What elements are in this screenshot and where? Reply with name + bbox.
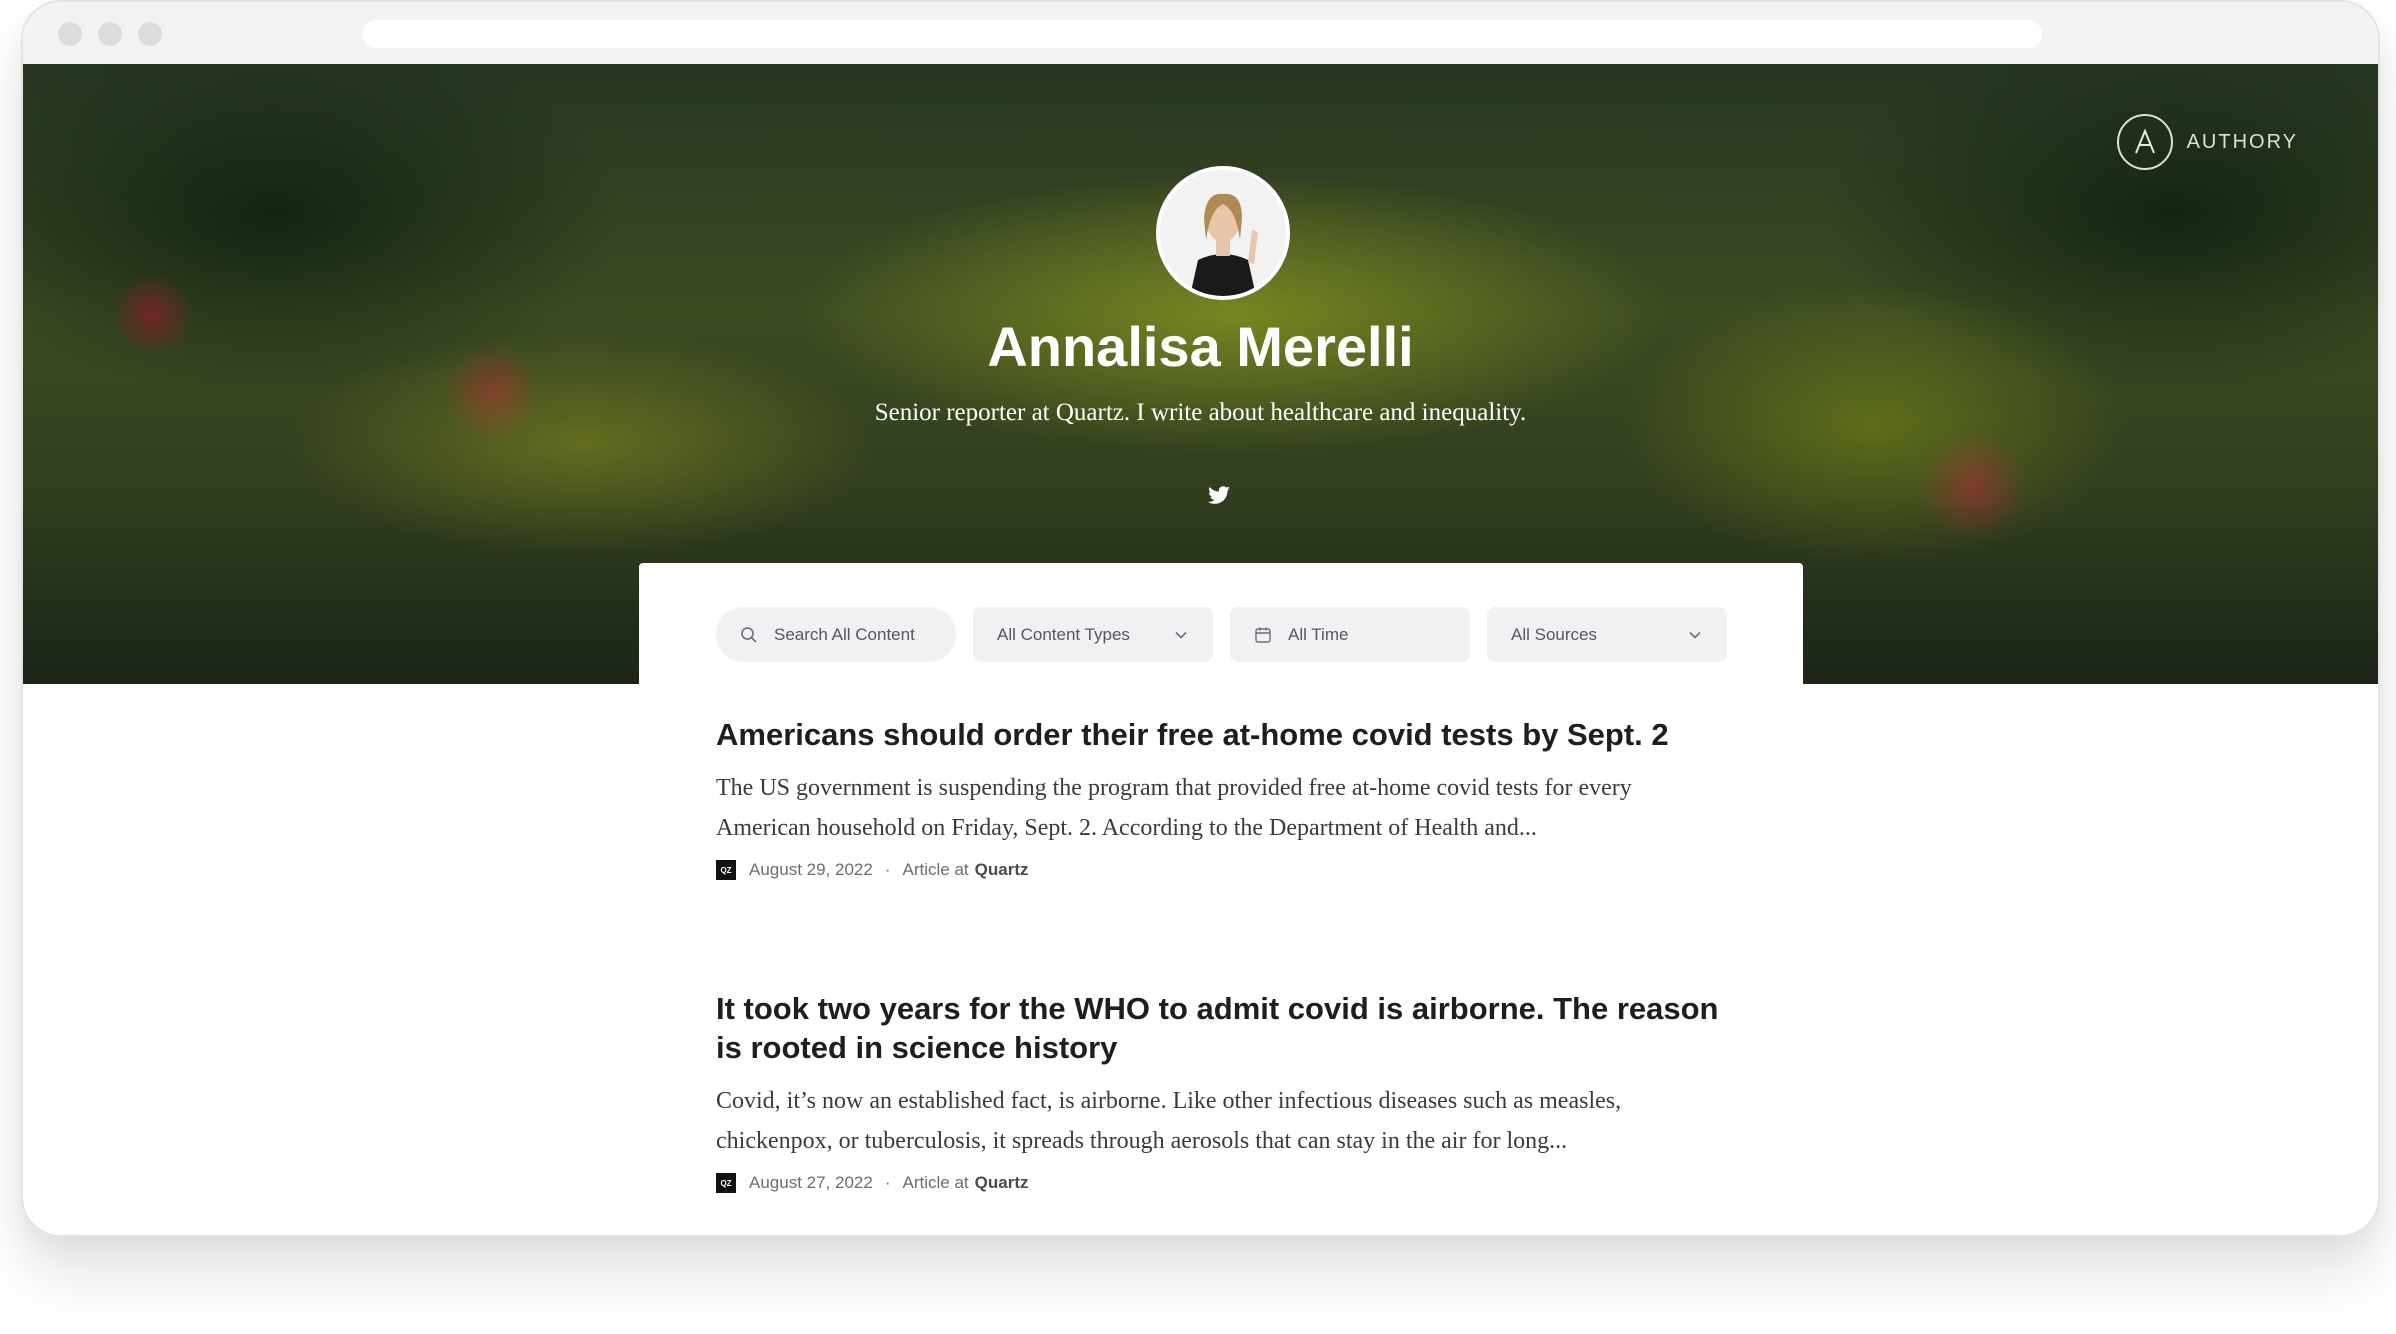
filter-bar: All Content Types All Time All Sources xyxy=(716,607,1727,662)
twitter-icon[interactable] xyxy=(1206,482,1232,508)
article-card[interactable]: It took two years for the WHO to admit c… xyxy=(716,989,1726,1193)
time-filter-label: All Time xyxy=(1288,624,1349,644)
sources-label: All Sources xyxy=(1511,624,1597,644)
window-minimize-dot[interactable] xyxy=(98,22,122,46)
article-title[interactable]: Americans should order their free at-hom… xyxy=(716,715,1726,754)
chevron-down-icon xyxy=(1173,627,1189,648)
quartz-logo-icon: QZ xyxy=(716,1173,736,1193)
chevron-down-icon xyxy=(1687,627,1703,648)
authory-logo-icon xyxy=(2116,114,2173,170)
article-meta: QZ August 29, 2022 · Article at Quartz xyxy=(716,860,1726,880)
avatar xyxy=(1156,166,1290,300)
authory-wordmark: AUTHORY xyxy=(2186,130,2298,153)
quartz-logo-icon: QZ xyxy=(716,860,736,880)
address-bar[interactable] xyxy=(362,20,2042,48)
sources-dropdown[interactable]: All Sources xyxy=(1487,607,1727,662)
calendar-icon xyxy=(1254,626,1272,644)
article-type: Article at xyxy=(902,860,969,879)
search-field[interactable] xyxy=(716,607,956,662)
article-excerpt: Covid, it’s now an established fact, is … xyxy=(716,1088,1622,1154)
time-filter[interactable]: All Time xyxy=(1230,607,1470,662)
authory-brand[interactable]: AUTHORY xyxy=(2116,114,2298,170)
browser-titlebar xyxy=(23,2,2378,64)
profile-bio: Senior reporter at Quartz. I write about… xyxy=(874,399,1527,426)
article-source[interactable]: Quartz xyxy=(975,860,1029,880)
meta-separator: · xyxy=(884,860,891,879)
content-type-label: All Content Types xyxy=(997,624,1130,644)
article-source[interactable]: Quartz xyxy=(975,1173,1029,1193)
content-panel: All Content Types All Time All Sources xyxy=(639,563,1803,1235)
search-input[interactable] xyxy=(774,624,924,645)
window-close-dot[interactable] xyxy=(58,22,82,46)
article-date: August 27, 2022 xyxy=(749,1173,873,1192)
content-type-dropdown[interactable]: All Content Types xyxy=(973,607,1213,662)
browser-window: AUTHORY Annalisa Merelli Senior reporter… xyxy=(21,0,2380,1237)
article-meta: QZ August 27, 2022 · Article at Quartz xyxy=(716,1173,1726,1193)
article-excerpt: The US government is suspending the prog… xyxy=(716,775,1632,841)
article-date: August 29, 2022 xyxy=(749,860,873,879)
article-type: Article at xyxy=(902,1173,969,1192)
profile-name: Annalisa Merelli xyxy=(987,315,1414,378)
window-maximize-dot[interactable] xyxy=(138,22,162,46)
search-icon xyxy=(740,626,758,644)
meta-separator: · xyxy=(884,1173,891,1192)
article-title[interactable]: It took two years for the WHO to admit c… xyxy=(716,989,1726,1067)
article-card[interactable]: Americans should order their free at-hom… xyxy=(716,715,1726,880)
